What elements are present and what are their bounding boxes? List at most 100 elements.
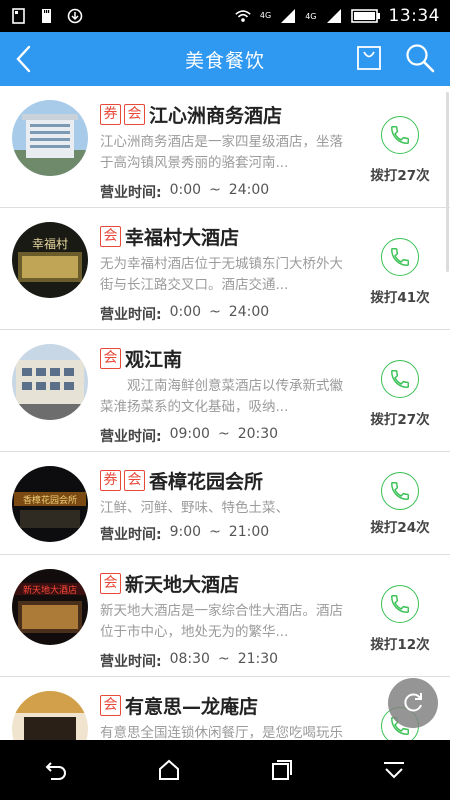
- restaurant-photo: 香樟花园会所: [12, 466, 88, 542]
- sim-card-icon: [12, 8, 25, 24]
- list-item[interactable]: 会 有意思—龙庵店 有意思全国连锁休闲餐厅，是您吃喝玩乐的好去处，环境优雅舒适.…: [0, 677, 450, 740]
- restaurant-description: 无为幸福村酒店位于无城镇东门大桥外大街与长江路交叉口。酒店交通...: [100, 256, 343, 293]
- open-time: 9:00: [169, 524, 202, 540]
- hours-separator: ~: [209, 182, 221, 198]
- hours-separator: ~: [209, 524, 221, 540]
- hours-label: 营业时间:: [100, 307, 162, 323]
- clock: 13:34: [388, 6, 440, 26]
- photo-sign-text: 新天地大酒店: [23, 584, 77, 596]
- scrollbar[interactable]: [446, 92, 449, 272]
- badge-group: 会: [100, 348, 121, 369]
- back-arrow-icon[interactable]: [12, 44, 36, 74]
- wifi-icon: [235, 10, 251, 22]
- status-bar: 4G 4G 13:34: [0, 0, 450, 32]
- member-badge: 会: [100, 695, 121, 716]
- restaurant-photo: 幸福村: [12, 222, 88, 298]
- phone-icon: [391, 370, 409, 388]
- search-icon[interactable]: [404, 42, 436, 74]
- call-button[interactable]: [381, 360, 419, 398]
- call-count: 拨打12次: [370, 637, 430, 653]
- refresh-icon: [404, 693, 422, 712]
- list-item[interactable]: 幸福村 会 幸福村大酒店 无为幸福村酒店位于无城镇东门大桥外大街与长江路交叉口。…: [0, 208, 450, 330]
- call-count: 拨打41次: [370, 290, 430, 306]
- open-time: 0:00: [169, 182, 202, 198]
- coupon-badge: 券: [100, 470, 121, 491]
- close-time: 21:30: [237, 651, 279, 667]
- open-time: 0:00: [169, 304, 202, 320]
- member-badge: 会: [100, 226, 121, 247]
- home-icon[interactable]: [156, 757, 182, 783]
- coupon-badge: 券: [100, 104, 121, 125]
- list-item[interactable]: 新天地大酒店 会 新天地大酒店 新天地大酒店是一家综合性大酒店。酒店位于市中心，…: [0, 555, 450, 677]
- badge-group: 会: [100, 695, 121, 716]
- restaurant-photo: 新天地大酒店: [12, 569, 88, 645]
- badge-group: 会: [100, 226, 121, 247]
- phone-icon: [391, 248, 409, 266]
- restaurant-photo: [12, 344, 88, 420]
- call-button[interactable]: [381, 472, 419, 510]
- restaurant-name: 江心洲商务酒店: [149, 105, 283, 127]
- notification-chevron-icon[interactable]: [381, 757, 407, 783]
- signal-icon-1: [281, 9, 296, 23]
- restaurant-description: 观江南海鲜创意菜酒店以传承新式徽菜淮扬菜系的文化基础，吸纳...: [100, 378, 343, 415]
- badge-group: 券 会: [100, 470, 145, 491]
- close-time: 24:00: [228, 304, 270, 320]
- signal-icon-2: [326, 9, 341, 23]
- close-time: 21:00: [228, 524, 270, 540]
- call-count: 拨打24次: [370, 520, 430, 536]
- restaurant-description: 江鲜、河鲜、野味、特色土菜、: [100, 500, 289, 516]
- restaurant-name: 新天地大酒店: [125, 574, 240, 596]
- network-type-2: 4G: [305, 11, 317, 21]
- call-count: 拨打27次: [370, 168, 430, 184]
- photo-sign-text: 香樟花园会所: [23, 494, 77, 506]
- list-item[interactable]: 券 会 江心洲商务酒店 江心洲商务酒店是一家四星级酒店，坐落于高沟镇风景秀丽的骆…: [0, 86, 450, 208]
- hours-separator: ~: [217, 651, 230, 667]
- download-icon: [67, 8, 83, 24]
- back-icon[interactable]: [43, 757, 69, 783]
- list-item[interactable]: 香樟花园会所 券 会 香樟花园会所 江鲜、河鲜、野味、特色土菜、 营业时间: 9…: [0, 452, 450, 555]
- restaurant-description: 新天地大酒店是一家综合性大酒店。酒店位于市中心，地处无为的繁华...: [100, 603, 343, 640]
- hours-separator: ~: [209, 304, 221, 320]
- business-hours: 营业时间: 9:00 ~ 21:00: [100, 524, 269, 544]
- top-app-bar: 美食餐饮: [0, 32, 450, 86]
- member-badge: 会: [124, 470, 145, 491]
- restaurant-description: 有意思全国连锁休闲餐厅，是您吃喝玩乐的好去处，环境优雅舒适...: [100, 725, 343, 740]
- call-button[interactable]: [381, 585, 419, 623]
- battery-icon: [350, 9, 380, 23]
- recent-apps-icon[interactable]: [268, 757, 294, 783]
- phone-icon: [391, 482, 409, 500]
- business-hours: 营业时间: 08:30 ~ 21:30: [100, 651, 278, 671]
- photo-sign-text: 幸福村: [32, 236, 68, 251]
- hours-label: 营业时间:: [100, 527, 162, 543]
- business-hours: 营业时间: 09:00 ~ 20:30: [100, 426, 278, 446]
- restaurant-list: 券 会 江心洲商务酒店 江心洲商务酒店是一家四星级酒店，坐落于高沟镇风景秀丽的骆…: [0, 86, 450, 740]
- close-time: 24:00: [228, 182, 270, 198]
- phone-icon: [391, 595, 409, 613]
- restaurant-name: 香樟花园会所: [149, 471, 264, 493]
- refresh-button[interactable]: [388, 678, 438, 728]
- restaurant-name: 观江南: [125, 349, 183, 371]
- call-count: 拨打27次: [370, 412, 430, 428]
- hours-separator: ~: [217, 426, 230, 442]
- hours-label: 营业时间:: [100, 429, 162, 445]
- shopping-bag-icon[interactable]: [356, 45, 382, 71]
- restaurant-description: 江心洲商务酒店是一家四星级酒店，坐落于高沟镇风景秀丽的骆套河南...: [100, 134, 343, 171]
- member-badge: 会: [100, 573, 121, 594]
- hours-label: 营业时间:: [100, 185, 162, 201]
- page-title: 美食餐饮: [184, 49, 265, 72]
- call-button[interactable]: [381, 238, 419, 276]
- app-screen: 4G 4G 13:34 美食餐饮 券 会 江心洲商务酒店 江心洲商务酒店是一家四…: [0, 0, 450, 800]
- member-badge: 会: [100, 348, 121, 369]
- open-time: 09:00: [169, 426, 210, 442]
- restaurant-photo: [12, 691, 88, 740]
- badge-group: 会: [100, 573, 121, 594]
- list-item[interactable]: 会 观江南 观江南海鲜创意菜酒店以传承新式徽菜淮扬菜系的文化基础，吸纳... 营…: [0, 330, 450, 452]
- close-time: 20:30: [237, 426, 279, 442]
- restaurant-name: 幸福村大酒店: [125, 227, 240, 249]
- system-nav-bar: [0, 740, 450, 800]
- sd-card-icon: [42, 9, 51, 23]
- restaurant-photo: [12, 100, 88, 176]
- badge-group: 券 会: [100, 104, 145, 125]
- restaurant-name: 有意思—龙庵店: [125, 696, 259, 718]
- call-button[interactable]: [381, 116, 419, 154]
